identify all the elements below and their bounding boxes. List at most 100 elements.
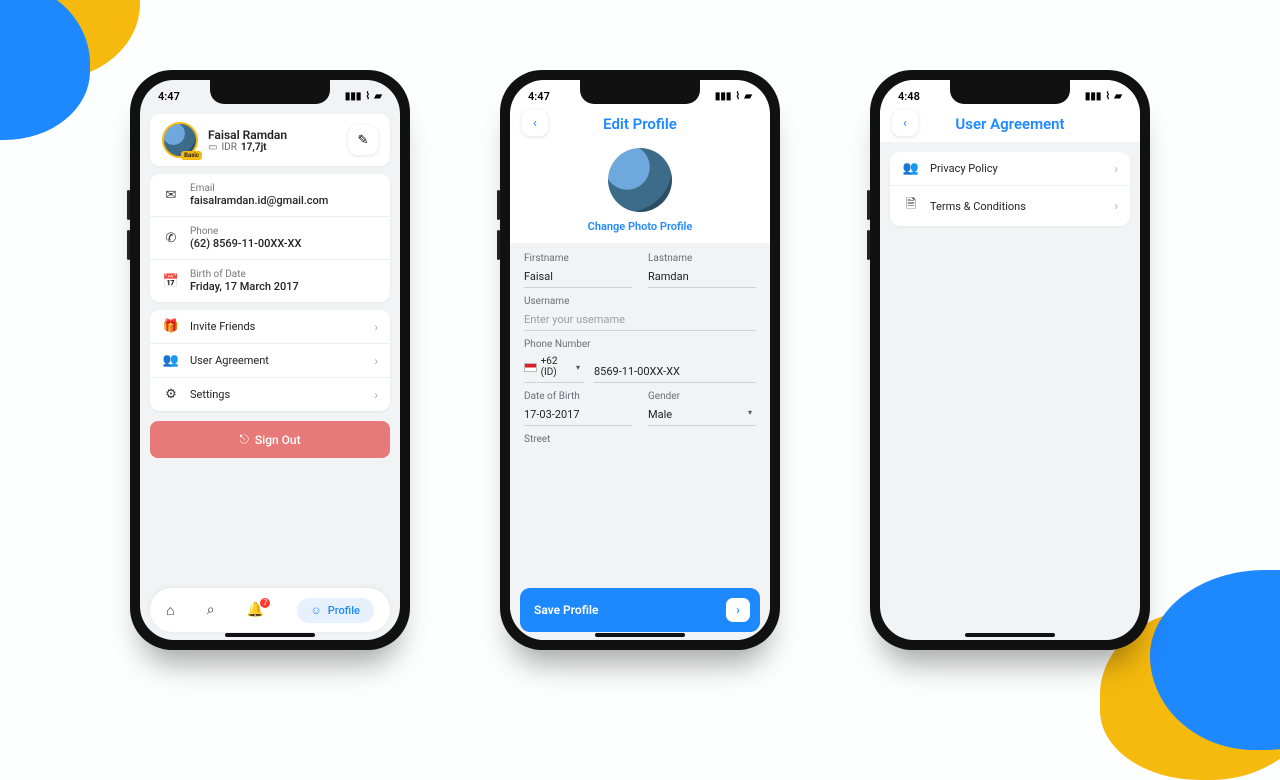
phone-label: Phone Number: [524, 339, 756, 350]
agreement-list: 👥 Privacy Policy › 🗎 Terms & Conditions …: [890, 152, 1130, 226]
avatar[interactable]: Basic: [162, 122, 198, 158]
header: ‹ User Agreement: [880, 106, 1140, 142]
terms-conditions-label: Terms & Conditions: [930, 200, 1026, 213]
flag-indonesia-icon: [524, 363, 537, 372]
firstname-input[interactable]: Faisal: [524, 270, 632, 288]
change-photo-link[interactable]: Change Photo Profile: [588, 220, 693, 233]
user-agreement-row[interactable]: 👥 User Agreement ›: [150, 343, 390, 377]
country-code-select[interactable]: +62 (ID) ▾: [524, 356, 584, 383]
battery-icon: ▰: [744, 91, 752, 102]
chevron-down-icon: ▾: [576, 363, 580, 372]
gender-label: Gender: [648, 391, 756, 402]
edit-profile-button[interactable]: ✎: [348, 125, 378, 155]
privacy-policy-label: Privacy Policy: [930, 162, 998, 175]
gender-select[interactable]: Male▾: [648, 408, 756, 426]
chevron-right-icon: ›: [1114, 162, 1118, 176]
users-icon: 👥: [162, 353, 180, 368]
email-label: Email: [190, 183, 328, 194]
chevron-left-icon: ‹: [903, 116, 907, 131]
tab-profile-label: Profile: [328, 604, 360, 617]
battery-icon: ▰: [374, 91, 382, 102]
sign-out-label: Sign Out: [255, 433, 301, 447]
lastname-input[interactable]: Ramdan: [648, 270, 756, 288]
save-profile-button[interactable]: Save Profile ›: [520, 588, 760, 632]
wifi-icon: ⌇: [735, 91, 740, 102]
signal-icon: ▮▮▮: [1085, 91, 1102, 102]
user-edit-icon: ✎: [358, 133, 369, 148]
home-indicator: [595, 633, 685, 637]
gender-value: Male: [648, 408, 672, 421]
save-profile-label: Save Profile: [534, 603, 598, 617]
search-icon: ⌕: [207, 602, 215, 618]
notch: [210, 80, 330, 104]
notch: [950, 80, 1070, 104]
dob-input[interactable]: 17-03-2017: [524, 408, 632, 426]
user-agreement-label: User Agreement: [190, 354, 269, 367]
notch: [580, 80, 700, 104]
dob-label: Date of Birth: [524, 391, 632, 402]
settings-row[interactable]: ⚙ Settings ›: [150, 377, 390, 411]
home-indicator: [965, 633, 1055, 637]
battery-icon: ▰: [1114, 91, 1122, 102]
email-icon: ✉: [162, 188, 180, 203]
tab-search[interactable]: ⌕: [207, 602, 215, 618]
wifi-icon: ⌇: [365, 91, 370, 102]
chevron-right-icon: ›: [1114, 199, 1118, 213]
status-time: 4:48: [898, 90, 920, 103]
settings-label: Settings: [190, 388, 230, 401]
lastname-label: Lastname: [648, 253, 756, 264]
wifi-icon: ⌇: [1105, 91, 1110, 102]
chevron-right-icon: ›: [374, 320, 378, 334]
phone-input[interactable]: 8569-11-00XX-XX: [594, 365, 756, 383]
invite-friends-row[interactable]: 🎁 Invite Friends ›: [150, 310, 390, 343]
home-icon: ⌂: [166, 603, 174, 619]
chevron-right-icon: ›: [374, 388, 378, 402]
contact-card: ✉ Email faisalramdan.id@gmail.com ✆ Phon…: [150, 174, 390, 302]
edit-form: Firstname Faisal Lastname Ramdan Usernam…: [510, 243, 770, 640]
privacy-policy-row[interactable]: 👥 Privacy Policy ›: [890, 152, 1130, 185]
chevron-left-icon: ‹: [533, 116, 537, 131]
username-label: Username: [524, 296, 756, 307]
header: ‹ Edit Profile: [510, 106, 770, 142]
terms-conditions-row[interactable]: 🗎 Terms & Conditions ›: [890, 185, 1130, 226]
tab-profile[interactable]: ☺ Profile: [297, 598, 374, 623]
back-button[interactable]: ‹: [892, 110, 918, 136]
sign-out-button[interactable]: ⎋ Sign Out: [150, 421, 390, 458]
dob-label: Birth of Date: [190, 269, 299, 280]
signout-icon: ⎋: [239, 432, 249, 447]
tab-notifications[interactable]: 🔔 7: [247, 602, 264, 618]
page-title: User Agreement: [955, 115, 1064, 133]
back-button[interactable]: ‹: [522, 110, 548, 136]
dob-value: Friday, 17 March 2017: [190, 280, 299, 293]
country-code-label: +62 (ID): [541, 356, 572, 378]
notification-badge: 7: [260, 598, 270, 608]
signal-icon: ▮▮▮: [345, 91, 362, 102]
signal-icon: ▮▮▮: [715, 91, 732, 102]
status-time: 4:47: [158, 90, 180, 103]
gift-icon: 🎁: [162, 319, 180, 334]
profile-header-card: Basic Faisal Ramdan ▭ IDR 17,7jt ✎: [150, 114, 390, 166]
phone-edit-profile: 4:47 ▮▮▮ ⌇ ▰ ‹ Edit Profile Change Photo…: [500, 70, 780, 650]
document-icon: 🗎: [902, 195, 920, 217]
invite-friends-label: Invite Friends: [190, 320, 255, 333]
phone-user-agreement: 4:48 ▮▮▮ ⌇ ▰ ‹ User Agreement 👥 Privacy …: [870, 70, 1150, 650]
chevron-right-icon: ›: [726, 598, 750, 622]
bottom-tabbar: ⌂ ⌕ 🔔 7 ☺ Profile: [150, 588, 390, 632]
phone-value: (62) 8569-11-00XX-XX: [190, 237, 301, 250]
user-name: Faisal Ramdan: [208, 128, 287, 142]
balance: 17,7jt: [241, 142, 267, 153]
profile-photo[interactable]: [608, 148, 672, 212]
firstname-label: Firstname: [524, 253, 632, 264]
phone-profile: 4:47 ▮▮▮ ⌇ ▰ Basic Faisal Ramdan ▭ IDR 1: [130, 70, 410, 650]
actions-card: 🎁 Invite Friends › 👥 User Agreement › ⚙ …: [150, 310, 390, 411]
wallet-icon: ▭: [208, 142, 217, 153]
email-value: faisalramdan.id@gmail.com: [190, 194, 328, 207]
tab-home[interactable]: ⌂: [166, 602, 174, 619]
gear-icon: ⚙: [162, 387, 180, 402]
username-input[interactable]: Enter your username: [524, 313, 756, 331]
chevron-right-icon: ›: [374, 354, 378, 368]
calendar-icon: 📅: [162, 274, 180, 289]
currency: IDR: [221, 142, 236, 153]
page-title: Edit Profile: [603, 115, 677, 133]
users-icon: 👥: [902, 161, 920, 176]
